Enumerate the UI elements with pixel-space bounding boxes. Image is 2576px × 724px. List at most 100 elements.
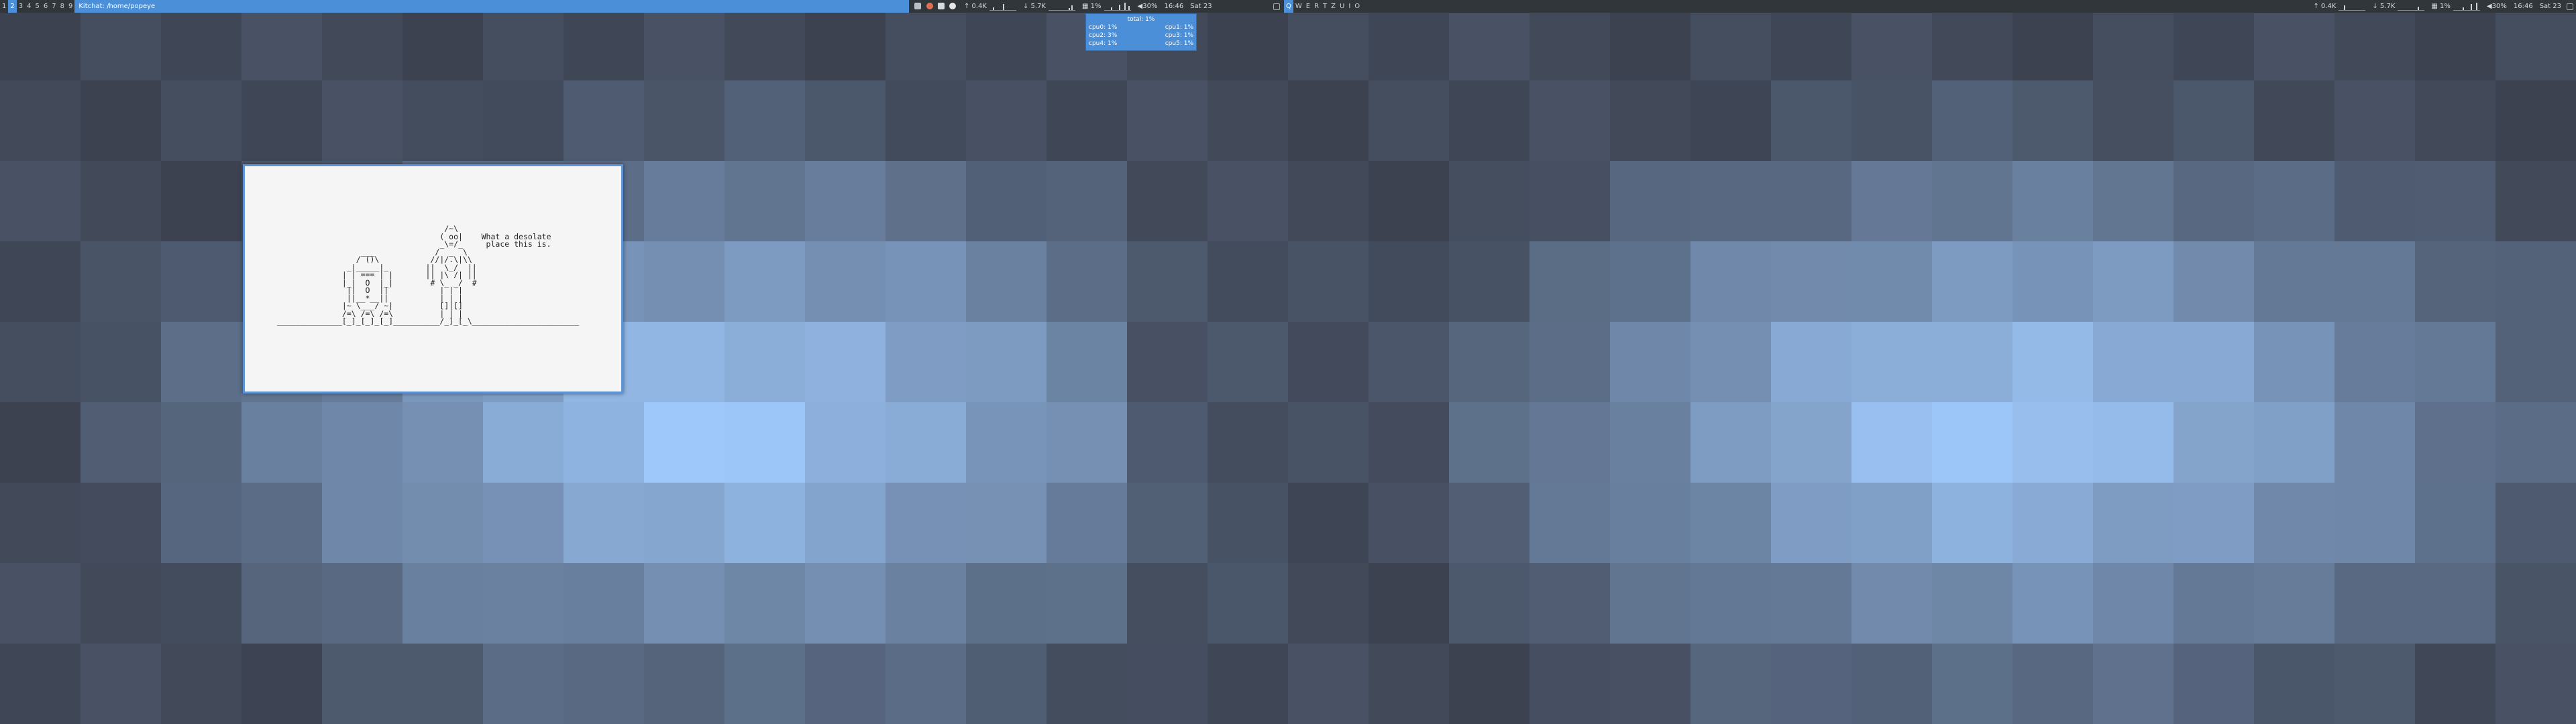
system-tray: [913, 0, 957, 13]
wallpaper-tile: [80, 161, 161, 241]
wallpaper-tile: [1208, 402, 1288, 483]
files-icon[interactable]: [914, 3, 922, 9]
wallpaper-tile: [2415, 402, 2496, 483]
workspace-o[interactable]: O: [1352, 0, 1362, 13]
workspace-2[interactable]: 2: [8, 0, 17, 13]
workspace-e[interactable]: E: [1304, 0, 1312, 13]
clock-date[interactable]: Sat 23: [2540, 0, 2561, 13]
volume[interactable]: ◀30%: [1138, 0, 1158, 13]
layout-icon[interactable]: [1273, 3, 1280, 10]
workspace-7[interactable]: 7: [50, 0, 58, 13]
wallpaper-tile: [1288, 563, 1368, 644]
wallpaper-tile: [2254, 322, 2334, 402]
wallpaper-tile: [2334, 563, 2415, 644]
wallpaper-tile: [0, 483, 80, 563]
wallpaper-tile: [322, 80, 402, 161]
active-window-title[interactable]: Kitchat: /home/popeye: [74, 0, 910, 13]
wallpaper-tile: [1851, 563, 1932, 644]
wallpaper-tile: [2334, 80, 2415, 161]
wallpaper-tile: [966, 322, 1046, 402]
workspace-3[interactable]: 3: [17, 0, 25, 13]
wallpaper-tile: [0, 161, 80, 241]
volume[interactable]: ◀30%: [2487, 0, 2507, 13]
wallpaper-tile: [644, 161, 724, 241]
wallpaper-tile: [805, 483, 885, 563]
wallpaper-tile: [1529, 161, 1610, 241]
workspace-r[interactable]: R: [1312, 0, 1321, 13]
wallpaper-tile: [0, 644, 80, 724]
wallpaper-tile: [2254, 644, 2334, 724]
clipboard-icon[interactable]: [937, 3, 945, 9]
wallpaper-tile: [1690, 563, 1771, 644]
wallpaper-tile: [1851, 241, 1932, 322]
steam-icon[interactable]: [949, 3, 956, 9]
wallpaper-tile: [2496, 644, 2576, 724]
wallpaper-tile: [2254, 483, 2334, 563]
wallpaper-tile: [1127, 161, 1208, 241]
wallpaper-tile: [885, 402, 966, 483]
wallpaper-tile: [1288, 644, 1368, 724]
wallpaper-tile: [564, 644, 644, 724]
clock-date[interactable]: Sat 23: [1190, 0, 1212, 13]
workspace-q[interactable]: Q: [1284, 0, 1293, 13]
wallpaper-tile: [1368, 483, 1449, 563]
wallpaper-tile: [1851, 402, 1932, 483]
workspace-u[interactable]: U: [1338, 0, 1346, 13]
workspace-8[interactable]: 8: [58, 0, 66, 13]
workspace-9[interactable]: 9: [66, 0, 74, 13]
wallpaper-tile: [1771, 563, 1851, 644]
app-icon[interactable]: [926, 3, 933, 9]
wallpaper-tile: [805, 402, 885, 483]
wallpaper-tile: [0, 402, 80, 483]
cpu-row: cpu4: 1% cpu5: 1%: [1089, 40, 1193, 48]
wallpaper-tile: [644, 563, 724, 644]
workspace-4[interactable]: 4: [25, 0, 33, 13]
wallpaper-tile: [2254, 241, 2334, 322]
wallpaper-tile: [241, 644, 322, 724]
cpu-usage[interactable]: ▦ 1%: [2431, 0, 2451, 13]
workspace-1[interactable]: 1: [0, 0, 8, 13]
wallpaper-tile: [1288, 241, 1368, 322]
wallpaper-tile: [1127, 80, 1208, 161]
wallpaper-tile: [2496, 80, 2576, 161]
layout-icon[interactable]: [2567, 3, 2573, 10]
workspace-w[interactable]: W: [1293, 0, 1304, 13]
wallpaper-tile: [1690, 80, 1771, 161]
wallpaper-tile: [322, 483, 402, 563]
top-panel-right: QWERTZUIO ↑ 0.4K ↓ 5.7K ▦ 1% ◀30% 16:46 …: [1271, 0, 2576, 13]
wallpaper-tile: [2012, 161, 2093, 241]
volume-value: 30%: [2491, 3, 2507, 10]
wallpaper-tile: [1851, 644, 1932, 724]
cpu-core: cpu0: 1%: [1089, 24, 1118, 31]
wallpaper-tile: [1127, 402, 1208, 483]
workspace-6[interactable]: 6: [42, 0, 50, 13]
wallpaper-tile: [2254, 402, 2334, 483]
workspace-t[interactable]: T: [1321, 0, 1329, 13]
workspace-i[interactable]: I: [1346, 0, 1352, 13]
workspace-z[interactable]: Z: [1329, 0, 1338, 13]
wallpaper-tile: [2093, 402, 2174, 483]
wallpaper-tile: [1610, 241, 1690, 322]
wallpaper-tile: [885, 161, 966, 241]
clock-time[interactable]: 16:46: [1164, 0, 1183, 13]
wallpaper-tile: [80, 241, 161, 322]
workspace-5[interactable]: 5: [34, 0, 42, 13]
wallpaper-tile: [885, 483, 966, 563]
terminal-output[interactable]: /~\ ( oo| What a desolate _\=/_ place th…: [277, 225, 579, 326]
wallpaper-tile: [1368, 241, 1449, 322]
wallpaper-tile: [805, 563, 885, 644]
wallpaper-tile: [2415, 322, 2496, 402]
clock-time[interactable]: 16:46: [2514, 0, 2533, 13]
wallpaper-tile: [2012, 644, 2093, 724]
cpu-value: 1%: [2440, 3, 2451, 10]
wallpaper-tile: [885, 563, 966, 644]
cpu-usage[interactable]: ▦ 1%: [1082, 0, 1102, 13]
wallpaper-tile: [2334, 322, 2415, 402]
wallpaper-tile: [2093, 322, 2174, 402]
wallpaper-tile: [2415, 563, 2496, 644]
cpu-core: cpu1: 1%: [1165, 24, 1193, 31]
terminal-window[interactable]: /~\ ( oo| What a desolate _\=/_ place th…: [243, 164, 623, 394]
wallpaper-tile: [161, 483, 241, 563]
wallpaper-tile: [1046, 563, 1127, 644]
cpu-row: cpu2: 3% cpu3: 1%: [1089, 32, 1193, 40]
